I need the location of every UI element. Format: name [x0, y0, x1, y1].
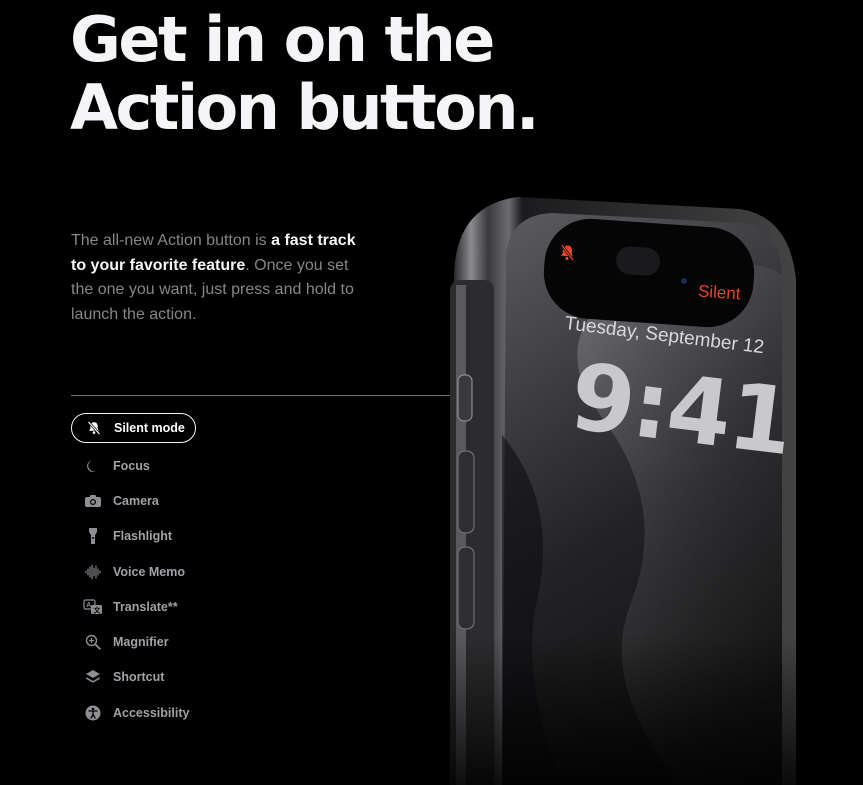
mode-translate[interactable]: A文 Translate** — [71, 589, 271, 624]
moon-icon — [83, 456, 103, 476]
page-headline: Get in on the Action button. — [70, 6, 590, 142]
mode-label: Silent mode — [114, 421, 185, 435]
svg-text:A: A — [86, 602, 91, 609]
mode-voice-memo[interactable]: Voice Memo — [71, 554, 271, 589]
headline-line-1: Get in on the — [70, 3, 495, 76]
headline-line-2: Action button. — [70, 71, 540, 144]
mode-label: Translate** — [113, 599, 178, 614]
accessibility-icon — [83, 703, 103, 723]
mode-label: Magnifier — [113, 635, 169, 650]
translate-icon: A文 — [83, 597, 103, 617]
mode-label: Voice Memo — [113, 564, 186, 579]
mode-camera[interactable]: Camera — [71, 483, 271, 518]
magnifier-icon — [83, 632, 103, 652]
mode-flashlight[interactable]: Flashlight — [71, 519, 271, 554]
mode-silent[interactable]: Silent mode — [71, 413, 196, 443]
camera-icon — [83, 491, 103, 511]
intro-text-start: The all-new Action button is — [71, 232, 272, 249]
mode-label: Focus — [113, 458, 150, 473]
action-modes-list: Silent mode Focus Camera Flashlight Voic… — [71, 411, 271, 730]
mode-label: Camera — [113, 493, 159, 508]
svg-text:文: 文 — [94, 605, 102, 614]
island-status-text: Silent — [697, 281, 742, 304]
mode-magnifier[interactable]: Magnifier — [71, 624, 271, 659]
mode-focus[interactable]: Focus — [71, 448, 271, 483]
mode-label: Flashlight — [113, 529, 173, 544]
intro-copy: The all-new Action button is a fast trac… — [71, 229, 361, 327]
shortcut-layers-icon — [83, 667, 103, 687]
iphone-illustration: Silent Tuesday, September 12 9:41 — [440, 185, 863, 785]
mode-label: Shortcut — [113, 670, 165, 685]
mode-accessibility[interactable]: Accessibility — [71, 695, 271, 730]
bell-slash-icon — [84, 418, 104, 438]
mode-shortcut[interactable]: Shortcut — [71, 660, 271, 695]
waveform-icon — [83, 562, 103, 582]
flashlight-icon — [83, 526, 103, 546]
mode-label: Accessibility — [113, 705, 190, 720]
action-button-connector-line — [71, 395, 464, 396]
iphone-svg — [440, 185, 863, 785]
